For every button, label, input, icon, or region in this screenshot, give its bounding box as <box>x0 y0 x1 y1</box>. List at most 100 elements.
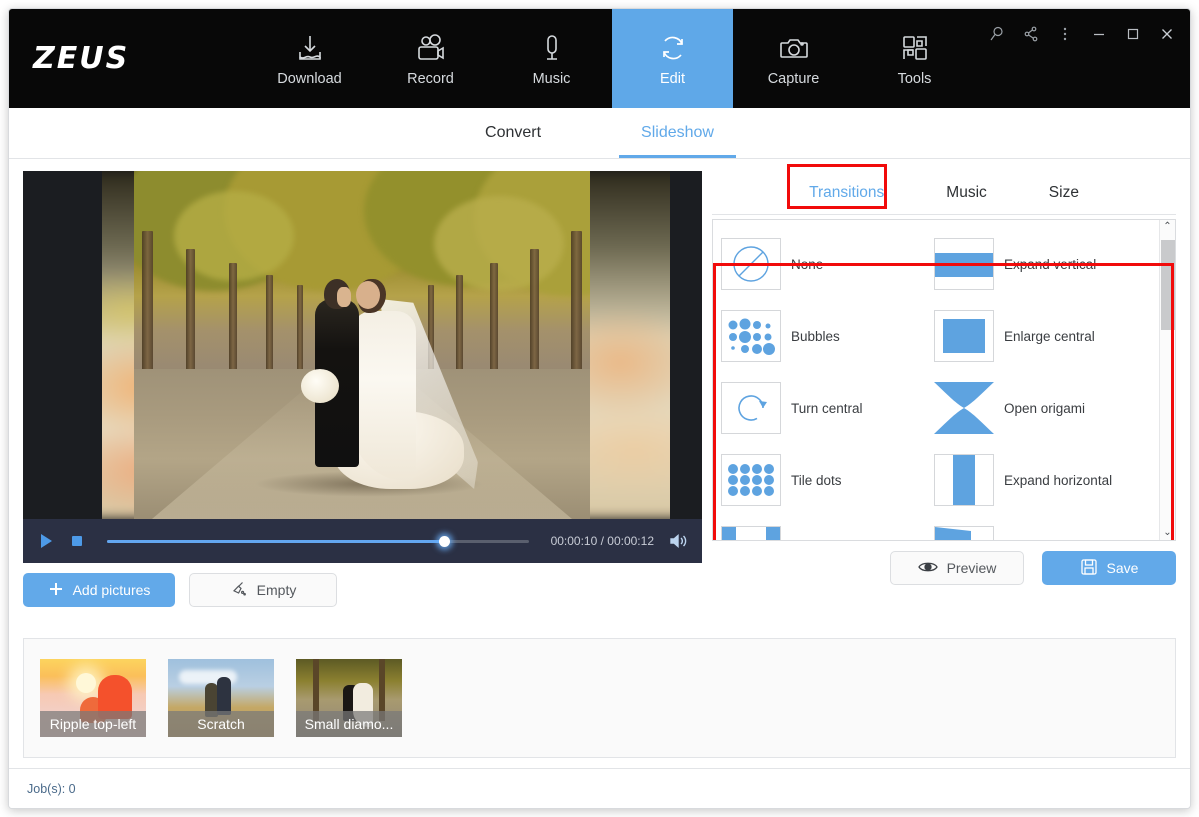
transition-label: Bubbles <box>791 328 840 344</box>
seek-handle[interactable] <box>439 535 451 547</box>
letterbox-right <box>670 171 702 519</box>
video-camera-icon <box>414 31 448 65</box>
more-vertical-icon[interactable] <box>1056 25 1074 43</box>
right-panel-tabs: Transitions Music Size <box>712 164 1176 215</box>
right-actions: Preview Save <box>712 541 1176 595</box>
transition-item-shrink-horizontal[interactable]: Shrink horizontal <box>721 516 934 540</box>
none-thumb <box>721 238 781 290</box>
expand-horizontal-thumb <box>934 454 994 506</box>
transition-label: Turn central <box>791 400 863 416</box>
nav-label: Download <box>277 70 342 87</box>
slide-thumbnail[interactable]: Small diamo... <box>296 659 402 737</box>
nav-label: Capture <box>767 70 820 87</box>
save-label: Save <box>1106 560 1139 576</box>
transition-item-page-flip-right[interactable]: Page flip right <box>934 516 1147 540</box>
scrollbar-track[interactable] <box>1160 232 1175 528</box>
transition-item-none[interactable]: None <box>721 228 934 300</box>
minimize-icon[interactable] <box>1090 25 1108 43</box>
transition-item-expand-vertical[interactable]: Expand vertical <box>934 228 1147 300</box>
left-actions: Add pictures Empty <box>23 563 702 617</box>
eye-icon <box>917 560 938 577</box>
add-pictures-button[interactable]: Add pictures <box>23 573 175 607</box>
transition-item-bubbles[interactable]: Bubbles <box>721 300 934 372</box>
transitions-scrollbar[interactable]: ⌃ ⌄ <box>1159 220 1175 540</box>
download-icon <box>293 31 327 65</box>
thumbnail-caption: Ripple top-left <box>40 711 146 737</box>
time-display: 00:00:10 / 00:00:12 <box>550 534 654 548</box>
transition-item-enlarge-central[interactable]: Enlarge central <box>934 300 1147 372</box>
transition-item-tile-dots[interactable]: Tile dots <box>721 444 934 516</box>
nav-item-record[interactable]: Record <box>370 9 491 108</box>
maximize-icon[interactable] <box>1124 25 1142 43</box>
expand-vertical-thumb <box>934 238 994 290</box>
empty-label: Empty <box>256 582 297 598</box>
transition-item-expand-horizontal[interactable]: Expand horizontal <box>934 444 1147 516</box>
transitions-column: Transitions Music Size None Expand verti… <box>712 164 1176 638</box>
transition-item-open-origami[interactable]: Open origami <box>934 372 1147 444</box>
seek-slider[interactable] <box>107 532 529 550</box>
seek-fill <box>107 539 445 543</box>
bubbles-thumb <box>721 310 781 362</box>
slide-image <box>134 171 590 519</box>
preview-label: Preview <box>946 560 997 576</box>
add-pictures-label: Add pictures <box>72 582 151 598</box>
transition-label: Expand vertical <box>1004 256 1097 272</box>
slide-thumbnail[interactable]: Ripple top-left <box>40 659 146 737</box>
transition-label: Expand horizontal <box>1004 472 1113 488</box>
stop-button[interactable] <box>69 533 85 549</box>
app-logo: ZEUS <box>33 41 130 76</box>
scrollbar-thumb[interactable] <box>1161 240 1175 330</box>
share-icon[interactable] <box>1022 25 1040 43</box>
scroll-down-icon[interactable]: ⌄ <box>1163 528 1171 538</box>
mode-tabs: Convert Slideshow <box>9 108 1190 159</box>
volume-icon[interactable] <box>668 532 688 550</box>
jobs-count: Job(s): 0 <box>27 781 76 796</box>
nav-label: Tools <box>897 70 932 87</box>
main-header: ZEUS Download Record Music Edit Capture … <box>9 9 1190 108</box>
tab-music[interactable]: Music <box>938 182 994 204</box>
slide-thumbnail[interactable]: Scratch <box>168 659 274 737</box>
player-controls: 00:00:10 / 00:00:12 <box>23 519 702 563</box>
nav-label: Record <box>407 70 454 87</box>
picture-strip: Ripple top-left Scratch Small diamo... <box>23 638 1176 758</box>
nav-item-download[interactable]: Download <box>249 9 370 108</box>
nav-item-edit[interactable]: Edit <box>612 9 733 108</box>
page-flip-right-thumb <box>934 526 994 540</box>
search-icon[interactable] <box>988 25 1006 43</box>
video-preview[interactable] <box>23 171 702 519</box>
grid-tools-icon <box>898 31 932 65</box>
close-icon[interactable] <box>1158 25 1176 43</box>
scroll-up-icon[interactable]: ⌃ <box>1163 222 1171 232</box>
preview-button[interactable]: Preview <box>890 551 1024 585</box>
transitions-list[interactable]: None Expand vertical Bubbles Enlarge cen… <box>712 219 1176 541</box>
nav-item-capture[interactable]: Capture <box>733 9 854 108</box>
transition-label: None <box>791 256 824 272</box>
transition-label: Tile dots <box>791 472 842 488</box>
nav-item-tools[interactable]: Tools <box>854 9 975 108</box>
broom-icon <box>230 580 248 601</box>
enlarge-central-thumb <box>934 310 994 362</box>
microphone-icon <box>535 31 569 65</box>
tab-transitions[interactable]: Transitions <box>801 182 892 204</box>
tile-dots-thumb <box>721 454 781 506</box>
player-column: 00:00:10 / 00:00:12 Add pictures Empty <box>23 171 702 638</box>
edit-refresh-icon <box>656 31 690 65</box>
save-button[interactable]: Save <box>1042 551 1176 585</box>
transitions-grid: None Expand vertical Bubbles Enlarge cen… <box>713 220 1159 540</box>
empty-button[interactable]: Empty <box>189 573 337 607</box>
transition-item-turn-central[interactable]: Turn central <box>721 372 934 444</box>
plus-icon <box>48 581 64 600</box>
nav-label: Edit <box>660 70 685 87</box>
tab-convert[interactable]: Convert <box>463 108 563 158</box>
floppy-save-icon <box>1080 558 1098 579</box>
app-window: ZEUS Download Record Music Edit Capture … <box>8 8 1191 809</box>
nav-label: Music <box>532 70 571 87</box>
play-button[interactable] <box>37 532 55 550</box>
thumbnail-caption: Small diamo... <box>296 711 402 737</box>
status-bar: Job(s): 0 <box>9 768 1190 808</box>
thumbnail-caption: Scratch <box>168 711 274 737</box>
nav-item-music[interactable]: Music <box>491 9 612 108</box>
letterbox-left <box>23 171 102 519</box>
tab-size[interactable]: Size <box>1041 182 1087 204</box>
tab-slideshow[interactable]: Slideshow <box>619 108 736 158</box>
